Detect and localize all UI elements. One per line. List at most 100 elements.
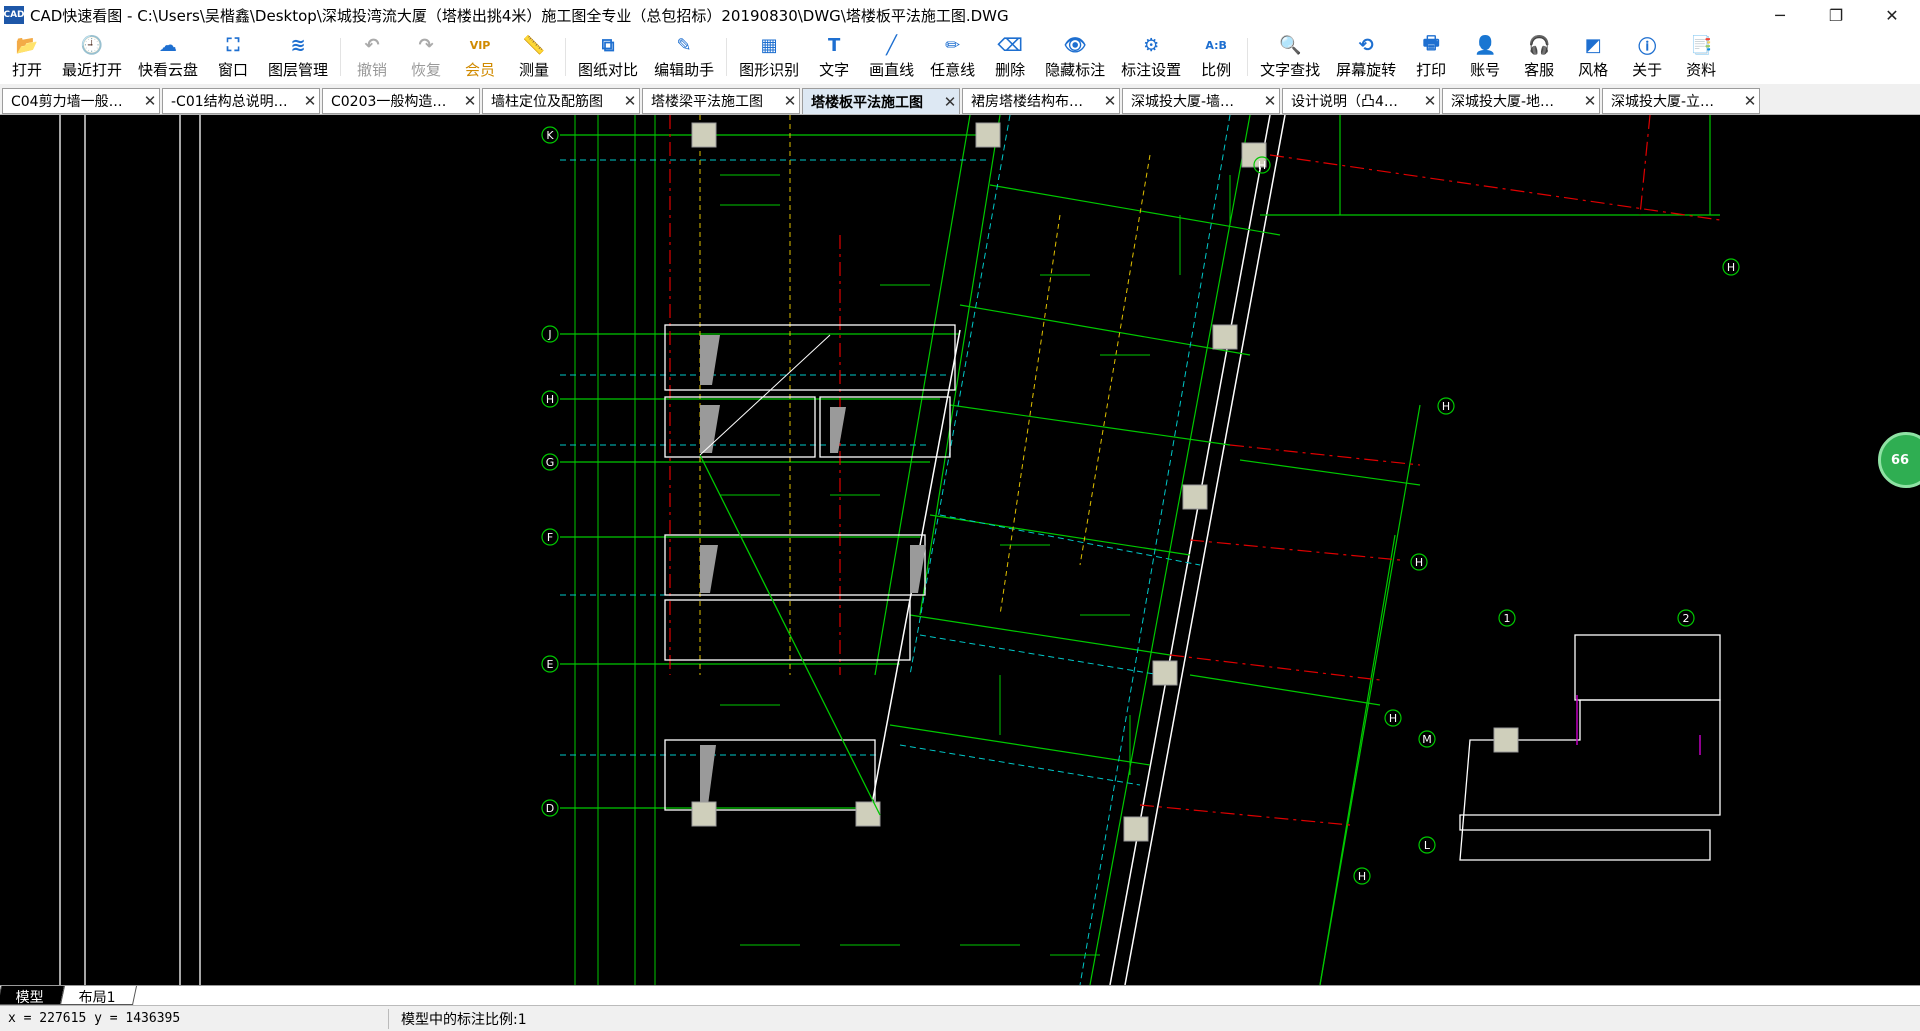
- toolbar-window-label: 窗口: [218, 60, 249, 79]
- scale-icon: A:B: [1205, 39, 1227, 52]
- document-tab[interactable]: 深城投大厦-立… ✕: [1602, 88, 1760, 114]
- toolbar-freeline-button[interactable]: ✏ 任意线: [922, 30, 983, 84]
- toolbar-redo-label: 恢复: [411, 60, 442, 79]
- toolbar-account-button[interactable]: 👤 账号: [1458, 30, 1512, 84]
- line-icon: ╱: [886, 35, 898, 56]
- grid-bubble: 1: [1498, 609, 1516, 627]
- toolbar-delete-label: 删除: [995, 60, 1026, 79]
- grid-bubble-label: H: [1389, 712, 1397, 725]
- close-icon[interactable]: ✕: [1741, 92, 1759, 110]
- grid-bubble-label: H: [546, 393, 554, 406]
- document-tab[interactable]: 裙房塔楼结构布… ✕: [962, 88, 1120, 114]
- document-tab-label: 设计说明（凸4…: [1291, 94, 1398, 110]
- toolbar-window-button[interactable]: ⛶ 窗口: [206, 30, 260, 84]
- toolbar-text-button[interactable]: T 文字: [807, 30, 861, 84]
- rebar-annotations: [720, 174, 1231, 956]
- toolbar-style-label: 风格: [1578, 60, 1609, 79]
- toolbar-service-label: 客服: [1524, 60, 1555, 79]
- document-tab[interactable]: 墙柱定位及配筋图 ✕: [482, 88, 640, 114]
- grid-bubble: D: [541, 799, 559, 817]
- toolbar-open-label: 打开: [11, 60, 42, 79]
- style-icon: ◩: [1584, 35, 1602, 56]
- toolbar-shape-label: 图形识别: [739, 60, 800, 79]
- toolbar-rotate-button[interactable]: ⟲ 屏幕旋转: [1328, 30, 1404, 84]
- maximize-button[interactable]: ❐: [1808, 0, 1864, 30]
- close-icon[interactable]: ✕: [1581, 92, 1599, 110]
- layout-tab[interactable]: 布局1: [59, 986, 137, 1006]
- grid-bubble: H: [1410, 553, 1428, 571]
- document-tab[interactable]: 深城投大厦-墙… ✕: [1122, 88, 1280, 114]
- layout-tab[interactable]: 模型: [0, 986, 66, 1006]
- document-tab-label: 深城投大厦-墙…: [1131, 94, 1235, 110]
- toolbar-layers-button[interactable]: ≋ 图层管理: [260, 30, 336, 84]
- toolbar-measure-button[interactable]: 📏 测量: [507, 30, 561, 84]
- grid-bubble-label: M: [1422, 733, 1432, 746]
- document-tab[interactable]: 深城投大厦-地… ✕: [1442, 88, 1600, 114]
- close-icon[interactable]: ✕: [781, 92, 799, 110]
- toolbar-shape-button[interactable]: ▦ 图形识别: [731, 30, 807, 84]
- drawing-canvas[interactable]: KJHGFEDML12HHHHHH 66: [0, 115, 1920, 985]
- toolbar-about-button[interactable]: ⓘ 关于: [1620, 30, 1674, 84]
- document-tab[interactable]: 塔楼板平法施工图 ✕: [802, 88, 960, 114]
- hide-icon: 👁: [1063, 35, 1087, 56]
- minimize-button[interactable]: ─: [1752, 0, 1808, 30]
- document-tab[interactable]: 塔楼梁平法施工图 ✕: [642, 88, 800, 114]
- toolbar-style-button[interactable]: ◩ 风格: [1566, 30, 1620, 84]
- toolbar-cloud-button[interactable]: ☁ 快看云盘: [130, 30, 206, 84]
- toolbar-about-label: 关于: [1632, 60, 1663, 79]
- toolbar-separator: [726, 38, 728, 76]
- document-tab[interactable]: 设计说明（凸4… ✕: [1282, 88, 1440, 114]
- document-tab-label: 塔楼板平法施工图: [811, 94, 923, 111]
- cloud-icon: ☁: [159, 35, 178, 56]
- grid-bubble: H: [1722, 258, 1740, 276]
- toolbar-edit-button[interactable]: ✎ 编辑助手: [646, 30, 722, 84]
- toolbar-cloud-label: 快看云盘: [138, 60, 199, 79]
- close-icon[interactable]: ✕: [1421, 92, 1439, 110]
- toolbar-docs-button[interactable]: 📑 资料: [1674, 30, 1728, 84]
- close-icon[interactable]: ✕: [141, 92, 159, 110]
- document-tab[interactable]: -C01结构总说明… ✕: [162, 88, 320, 114]
- document-tab[interactable]: C04剪力墙一般… ✕: [2, 88, 160, 114]
- toolbar-compare-button[interactable]: ⧉ 图纸对比: [570, 30, 646, 84]
- toolbar-undo-button[interactable]: ↶ 撤销: [345, 30, 399, 84]
- toolbar-hide-button[interactable]: 👁 隐藏标注: [1037, 30, 1113, 84]
- wall-outlines: [664, 324, 1721, 861]
- toolbar-redo-button[interactable]: ↷ 恢复: [399, 30, 453, 84]
- undo-icon: ↶: [364, 35, 380, 56]
- rotate-icon: ⟲: [1358, 35, 1374, 56]
- close-icon[interactable]: ✕: [301, 92, 319, 110]
- toolbar-recent-button[interactable]: 🕘 最近打开: [54, 30, 130, 84]
- close-icon[interactable]: ✕: [1261, 92, 1279, 110]
- grid-bubble-label: 1: [1504, 612, 1511, 625]
- toolbar-recent-label: 最近打开: [62, 60, 123, 79]
- grid-bubble-label: D: [546, 802, 554, 815]
- close-icon[interactable]: ✕: [941, 93, 959, 111]
- document-tab[interactable]: C0203一般构造… ✕: [322, 88, 480, 114]
- title-bar: CAD CAD快速看图 - C:\Users\吴楷鑫\Desktop\深城投湾流…: [0, 0, 1920, 30]
- vip-icon: VIP: [469, 39, 491, 52]
- toolbar-separator: [565, 38, 567, 76]
- toolbar-print-button[interactable]: 🖶 打印: [1404, 30, 1458, 84]
- toolbar-annot-button[interactable]: ⚙ 标注设置: [1113, 30, 1189, 84]
- print-icon: 🖶: [1422, 32, 1440, 54]
- measure-icon: 📏: [522, 35, 546, 56]
- cad-drawing[interactable]: K J H G F E D M L 1 2 H H H H H H: [0, 115, 1920, 985]
- toolbar-line-button[interactable]: ╱ 画直线: [861, 30, 922, 84]
- docs-icon: 📑: [1689, 35, 1713, 56]
- toolbar-vip-button[interactable]: VIP 会员: [453, 30, 507, 84]
- toolbar-open-button[interactable]: 📂 打开: [0, 30, 54, 84]
- toolbar-layers-label: 图层管理: [268, 60, 329, 79]
- open-icon: 📂: [15, 35, 39, 56]
- grid-bubble-label: H: [1727, 261, 1735, 274]
- close-icon[interactable]: ✕: [621, 92, 639, 110]
- toolbar-find-button[interactable]: 🔍 文字查找: [1252, 30, 1328, 84]
- toolbar-service-button[interactable]: 🎧 客服: [1512, 30, 1566, 84]
- toolbar-scale-button[interactable]: A:B 比例: [1189, 30, 1243, 84]
- text-icon: T: [827, 35, 841, 56]
- close-icon[interactable]: ✕: [461, 92, 479, 110]
- toolbar-delete-button[interactable]: ⌫ 删除: [983, 30, 1037, 84]
- grid-bubble: H: [1384, 709, 1402, 727]
- close-button[interactable]: ✕: [1864, 0, 1920, 30]
- close-icon[interactable]: ✕: [1101, 92, 1119, 110]
- document-tab-label: 塔楼梁平法施工图: [651, 94, 763, 110]
